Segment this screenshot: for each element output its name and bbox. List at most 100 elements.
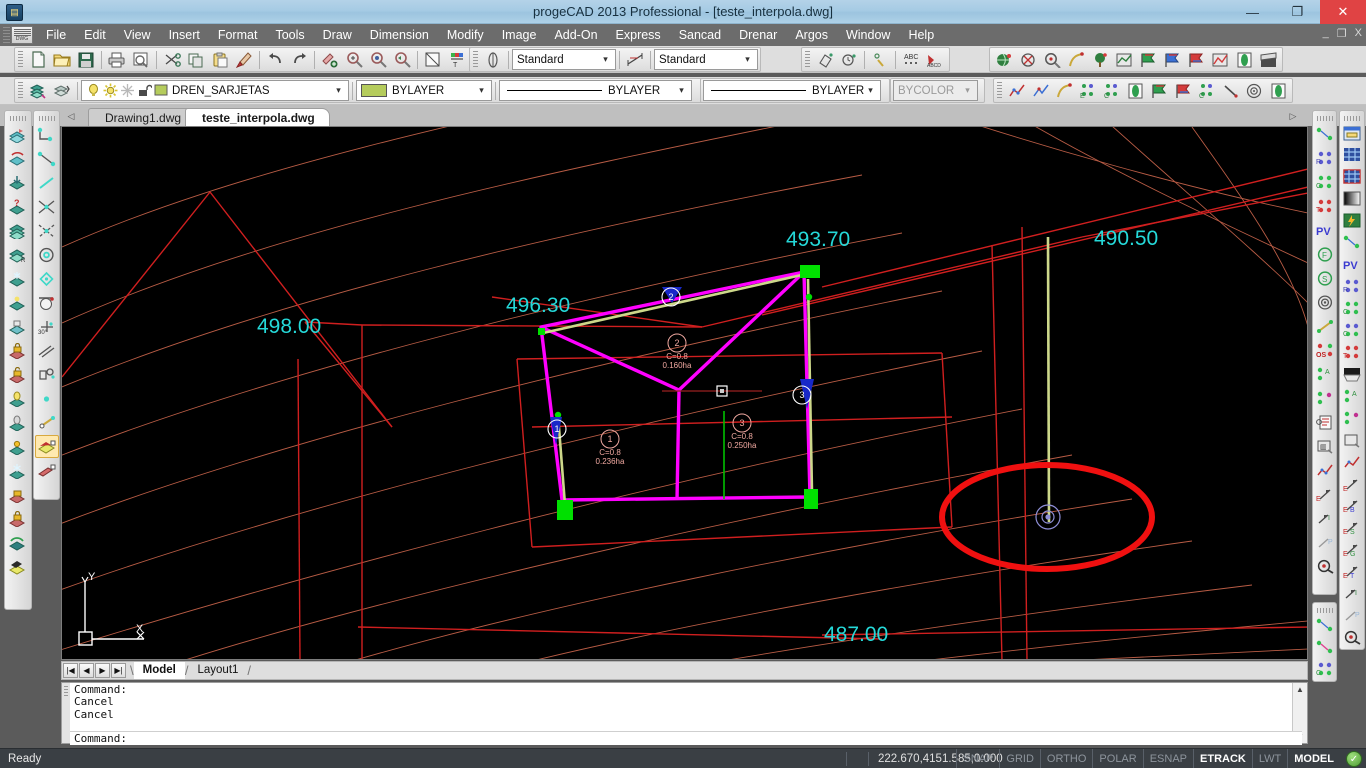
- snap-none-icon[interactable]: [35, 459, 59, 482]
- menu-item-view[interactable]: View: [115, 24, 160, 46]
- shade-icon[interactable]: [1340, 364, 1364, 385]
- plan-view-icon[interactable]: ▥: [1313, 435, 1337, 458]
- node-edit3-icon[interactable]: C: [1196, 80, 1218, 101]
- tree-icon[interactable]: [1089, 49, 1111, 70]
- flag-green-icon[interactable]: [1137, 49, 1159, 70]
- layer-combo[interactable]: DREN_SARJETAS ▾: [81, 80, 349, 101]
- profile-C3-icon[interactable]: C: [1340, 320, 1364, 341]
- snap-apparent-icon[interactable]: [35, 219, 59, 242]
- arrow-I-icon[interactable]: I: [1313, 507, 1337, 530]
- snap-intersection-icon[interactable]: [35, 195, 59, 218]
- dim-style-combo[interactable]: Standard ▾: [654, 49, 758, 70]
- menu-item-express[interactable]: Express: [607, 24, 670, 46]
- status-toggle-etrack[interactable]: ETRACK: [1193, 749, 1252, 768]
- spiral-icon[interactable]: [1313, 291, 1337, 314]
- layer-light-icon[interactable]: [6, 387, 30, 410]
- clock-icon[interactable]: [838, 49, 860, 70]
- snap-midpoint-icon[interactable]: [35, 147, 59, 170]
- toolbar-grip[interactable]: [997, 82, 1002, 99]
- snap-nearest-icon[interactable]: [35, 171, 59, 194]
- layer-light2-icon[interactable]: [6, 411, 30, 434]
- status-toggle-esnap[interactable]: ESNAP: [1142, 749, 1193, 768]
- profile-T-icon[interactable]: T: [1313, 195, 1337, 218]
- 3d-orbit-icon[interactable]: [814, 49, 836, 70]
- menu-item-image[interactable]: Image: [493, 24, 546, 46]
- magnify-icon[interactable]: [1041, 49, 1063, 70]
- profile-C2-icon[interactable]: C: [1340, 298, 1364, 319]
- snap-parallel-icon[interactable]: [35, 339, 59, 362]
- toolbar-grip[interactable]: [473, 51, 478, 68]
- linetype-combo[interactable]: BYLAYER ▾: [499, 80, 692, 101]
- toolbar-grip[interactable]: [38, 116, 55, 121]
- snap-endpoint-icon[interactable]: [35, 123, 59, 146]
- grid-blue-icon[interactable]: [1340, 144, 1364, 165]
- copy-icon[interactable]: [185, 49, 207, 70]
- layer-thaw-icon[interactable]: [6, 291, 30, 314]
- menu-item-sancad[interactable]: Sancad: [670, 24, 730, 46]
- lineweight-combo[interactable]: BYLAYER ▾: [703, 80, 881, 101]
- layer-freeze-icon[interactable]: [6, 267, 30, 290]
- spell-check-icon[interactable]: ABC: [900, 49, 922, 70]
- nav-prev-button[interactable]: ◀: [79, 663, 94, 678]
- node-edit2-icon[interactable]: C: [1101, 80, 1123, 101]
- chevron-down-icon[interactable]: ▾: [598, 50, 613, 69]
- snap-tangent-icon[interactable]: [35, 291, 59, 314]
- arrow-E-icon[interactable]: E: [1313, 483, 1337, 506]
- layer-stack-right-icon[interactable]: R: [6, 243, 30, 266]
- menu-item-modify[interactable]: Modify: [438, 24, 493, 46]
- snap-node-icon[interactable]: [35, 387, 59, 410]
- lightning-icon[interactable]: [1340, 210, 1364, 231]
- chevron-up-icon[interactable]: ▲: [1293, 683, 1307, 696]
- arrow-I2-icon[interactable]: I: [1340, 583, 1364, 604]
- node-B2-icon[interactable]: [1340, 408, 1364, 429]
- mdi-restore-button[interactable]: ❐: [1337, 27, 1347, 40]
- node-B-icon[interactable]: [1313, 387, 1337, 410]
- arrow-P-icon[interactable]: P: [1313, 531, 1337, 554]
- menu-item-argos[interactable]: Argos: [786, 24, 837, 46]
- slope-icon[interactable]: [1220, 80, 1242, 101]
- leaf-green2-icon[interactable]: [1267, 80, 1289, 101]
- status-toggle-ortho[interactable]: ORTHO: [1039, 749, 1093, 768]
- globe-terrain-icon[interactable]: [993, 49, 1015, 70]
- close-button[interactable]: ✕: [1320, 0, 1366, 24]
- layer-sun-icon[interactable]: [6, 435, 30, 458]
- menu-item-insert[interactable]: Insert: [160, 24, 209, 46]
- snap-center-icon[interactable]: [35, 243, 59, 266]
- profile-node-icon[interactable]: [1313, 123, 1337, 146]
- print-icon[interactable]: [106, 49, 128, 70]
- layer-isolate-icon[interactable]: [6, 315, 30, 338]
- arrow-E2-icon[interactable]: E: [1340, 474, 1364, 495]
- status-toggle-grid[interactable]: GRID: [999, 749, 1040, 768]
- properties-icon[interactable]: [422, 49, 444, 70]
- layer-paint-icon[interactable]: [6, 555, 30, 578]
- arrow-EB-icon[interactable]: EB: [1340, 495, 1364, 516]
- chevron-right-icon[interactable]: ▷: [1286, 108, 1300, 124]
- layout-tab-layout1[interactable]: Layout1: [188, 662, 247, 679]
- toolbar-grip[interactable]: [1316, 608, 1333, 613]
- lock-open-icon[interactable]: [137, 83, 152, 98]
- snap-perpendicular-icon[interactable]: [35, 411, 59, 434]
- menu-item-edit[interactable]: Edit: [75, 24, 115, 46]
- redo-icon[interactable]: [288, 49, 310, 70]
- layer-new-icon[interactable]: [6, 123, 30, 146]
- menu-grip[interactable]: [3, 27, 10, 43]
- zoom-target-icon[interactable]: [1313, 555, 1337, 578]
- layout-tab-model[interactable]: Model: [133, 662, 185, 679]
- target-circle-icon[interactable]: [1243, 80, 1265, 101]
- arrow-ET-icon[interactable]: ET: [1340, 561, 1364, 582]
- arrow-EG-icon[interactable]: EG: [1340, 539, 1364, 560]
- chevron-down-icon[interactable]: ▾: [863, 81, 878, 100]
- dim-style-icon[interactable]: [624, 49, 646, 70]
- layer-manager-icon[interactable]: [27, 80, 49, 101]
- window-icon[interactable]: [1340, 123, 1364, 144]
- grid-red-icon[interactable]: [1340, 166, 1364, 187]
- snap-angle-icon[interactable]: 30°: [35, 315, 59, 338]
- print-preview-icon[interactable]: [130, 49, 152, 70]
- menu-item-dimension[interactable]: Dimension: [361, 24, 438, 46]
- snap-extension-icon[interactable]: [35, 363, 59, 386]
- node-edit-icon[interactable]: E: [1077, 80, 1099, 101]
- flag-red-icon[interactable]: [1185, 49, 1207, 70]
- OS[interactable]: OS: [1313, 339, 1337, 362]
- lightbulb-on-icon[interactable]: [86, 83, 101, 98]
- layer-curve-icon[interactable]: [6, 147, 30, 170]
